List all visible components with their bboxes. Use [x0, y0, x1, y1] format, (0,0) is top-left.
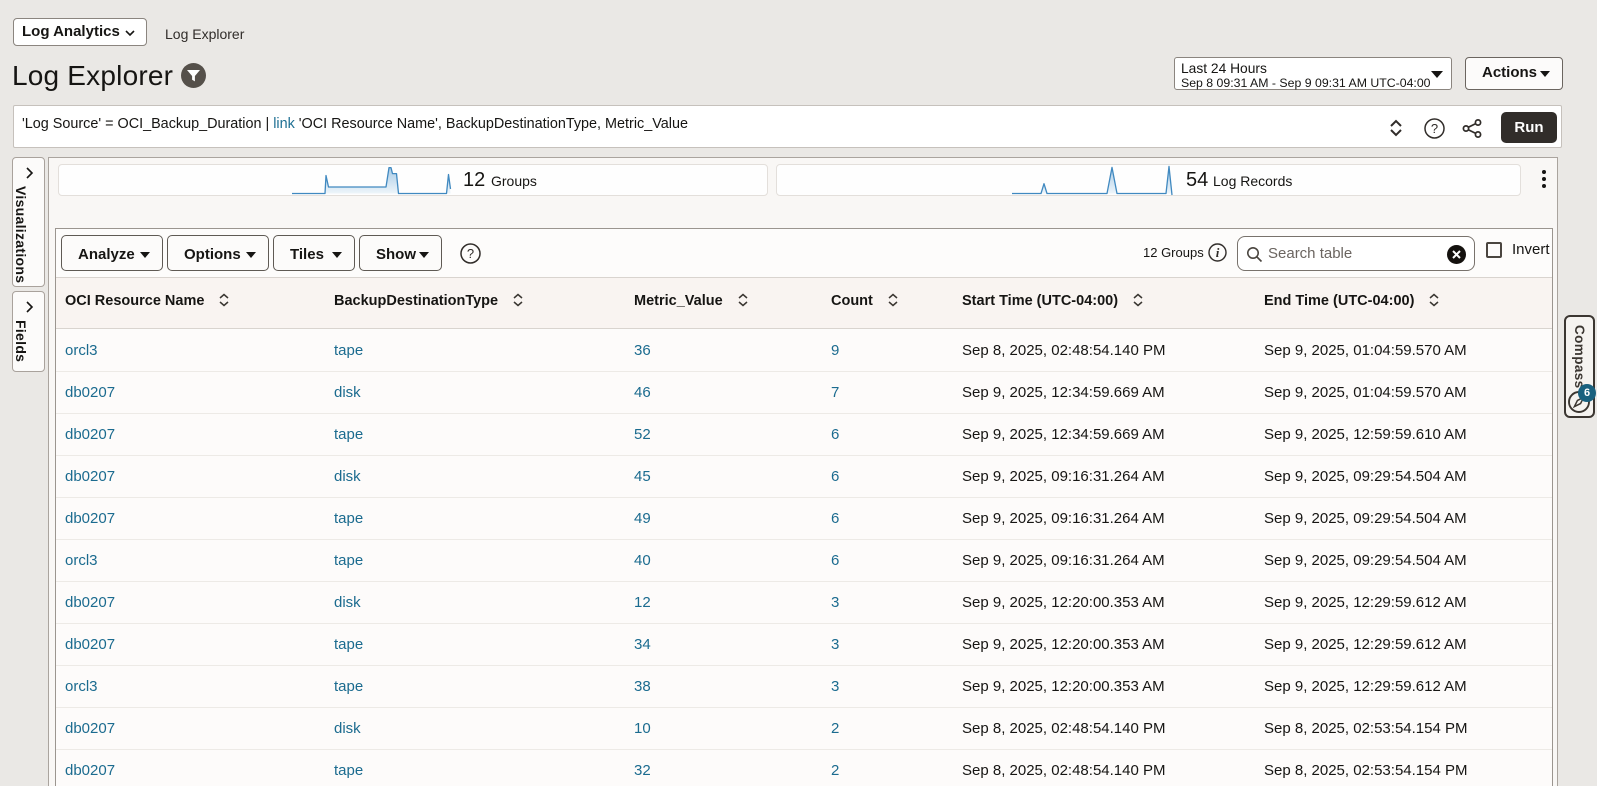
- svg-text:?: ?: [467, 246, 474, 261]
- svg-text:i: i: [1216, 245, 1220, 260]
- svg-text:?: ?: [1431, 121, 1438, 136]
